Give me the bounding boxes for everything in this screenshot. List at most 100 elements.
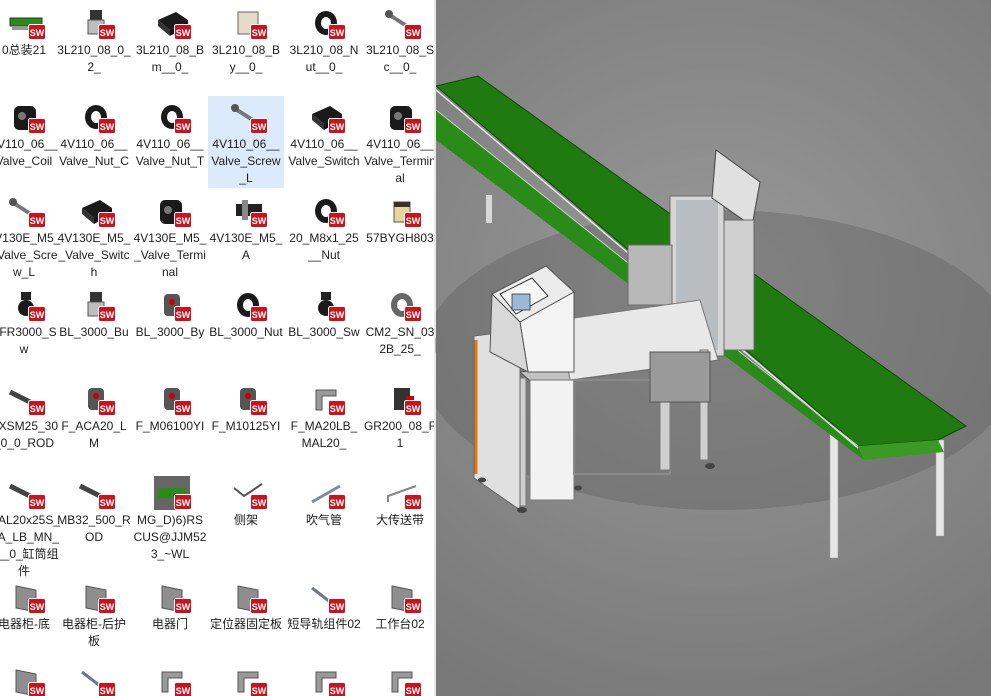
file-item[interactable]: SW 4V110_06__Valve_Screw_L	[208, 96, 284, 188]
file-item[interactable]: SW F_M10125YI	[208, 378, 284, 435]
cylinder-part-icon: SW	[56, 378, 132, 418]
file-item[interactable]: SW F_ACA20_LM	[56, 378, 132, 452]
file-item[interactable]: SW 3L210_08_By__0_	[208, 2, 284, 76]
nut-part-icon: SW	[56, 96, 132, 136]
file-item[interactable]: SW 4V130E_M5__Valve_Screw_L	[0, 190, 62, 281]
file-item[interactable]: SW 4V110_06__Valve_Switch	[286, 96, 362, 170]
file-item[interactable]: SW 工作台02	[362, 576, 436, 633]
svg-text:SW: SW	[100, 498, 115, 508]
pipe-part-icon: SW	[286, 472, 362, 512]
file-item-label: GR200_08_F1	[363, 419, 436, 450]
svg-text:SW: SW	[30, 602, 45, 612]
file-item-label: 3L210_08_By__0_	[211, 43, 281, 74]
file-item[interactable]: SW	[208, 660, 284, 696]
file-item[interactable]: SW BL_3000_Bu	[56, 284, 132, 341]
svg-text:SW: SW	[252, 404, 267, 414]
plate-part-icon: SW	[56, 576, 132, 616]
file-item[interactable]: SW 电器柜-底	[0, 576, 62, 633]
file-item[interactable]: SW	[362, 660, 436, 696]
file-item-label: F_MA20LB_MAL20_	[290, 419, 358, 450]
svg-text:SW: SW	[30, 686, 45, 696]
file-item[interactable]: SW 大传送带	[362, 472, 436, 529]
svg-text:SW: SW	[252, 602, 267, 612]
file-item[interactable]: SW 4V110_06__Valve_Nut_C	[56, 96, 132, 170]
file-item[interactable]: SW 3L210_08_Sc__0_	[362, 2, 436, 76]
svg-text:SW: SW	[406, 498, 421, 508]
file-item[interactable]: SW 3L210_08_Bm__0_	[132, 2, 208, 76]
file-item[interactable]: SW 3L210_08_Nut__0_	[286, 2, 362, 76]
file-item[interactable]: SW MB32_500_ROD	[56, 472, 132, 546]
plate-part-icon: SW	[362, 576, 436, 616]
file-item-label: BFR3000_Sw	[0, 325, 57, 356]
nut-part-icon: SW	[286, 190, 362, 230]
file-item[interactable]: SW 短导轨组件02	[286, 576, 362, 633]
file-item[interactable]: SW 4V110_06__Valve_Terminal	[362, 96, 436, 187]
svg-text:SW: SW	[30, 310, 45, 320]
svg-text:SW: SW	[330, 28, 345, 38]
svg-text:SW: SW	[330, 310, 345, 320]
svg-text:SW: SW	[100, 310, 115, 320]
file-item[interactable]: SW 4V110_06__Valve_Nut_T	[132, 96, 208, 170]
file-item[interactable]: SW CXSM25_30_0_0_ROD	[0, 378, 62, 452]
svg-text:SW: SW	[252, 28, 267, 38]
3d-model-viewport[interactable]	[436, 0, 991, 696]
file-item[interactable]: SW 20_M8x1_25__Nut	[286, 190, 362, 264]
file-item[interactable]: SW 侧架	[208, 472, 284, 529]
file-item[interactable]: SW 0总装21	[0, 2, 62, 59]
file-item[interactable]: SW	[0, 660, 62, 696]
file-item[interactable]: SW 57BYGH803	[362, 190, 436, 247]
file-item[interactable]: SW 吹气管	[286, 472, 362, 529]
plate-part-icon: SW	[0, 660, 62, 696]
file-item[interactable]: SW BFR3000_Sw	[0, 284, 62, 358]
file-item-label: BL_3000_By	[135, 325, 205, 339]
file-item-label: 57BYGH803	[366, 231, 434, 245]
screw-part-icon: SW	[362, 2, 436, 42]
file-item[interactable]: SW 4V130E_M5__Valve_Terminal	[132, 190, 208, 281]
svg-text:SW: SW	[176, 498, 191, 508]
file-item[interactable]: SW 3L210_08_0_2_	[56, 2, 132, 76]
file-item[interactable]: SW 电器柜-后护板	[56, 576, 132, 650]
cylinder-part-icon: SW	[132, 284, 208, 324]
file-item[interactable]: SW 电器门	[132, 576, 208, 633]
file-item[interactable]: SW CM2_SN_032B_25_	[362, 284, 436, 358]
file-item[interactable]: SW BL_3000_Nut	[208, 284, 284, 341]
svg-text:SW: SW	[30, 404, 45, 414]
file-item-label: 4V110_06__Valve_Nut_T	[135, 137, 205, 168]
valve-part-icon: SW	[208, 190, 284, 230]
file-item[interactable]: SW	[286, 660, 362, 696]
coil-part-icon: SW	[362, 96, 436, 136]
svg-text:SW: SW	[100, 404, 115, 414]
file-item[interactable]: SW 4V130E_M5_A	[208, 190, 284, 264]
file-item-label: F_M06100YI	[135, 419, 205, 433]
file-item-label: 短导轨组件02	[287, 617, 361, 631]
plate-part-icon: SW	[0, 576, 62, 616]
file-item[interactable]: SW MG_D)6)RSCUS@JJM523_~WL	[132, 472, 208, 563]
file-item[interactable]: SW	[56, 660, 132, 696]
file-item[interactable]: SW 4V130E_M5__Valve_Switch	[56, 190, 132, 281]
file-item[interactable]: SW F_MA20LB_MAL20_	[286, 378, 362, 452]
file-item[interactable]: SW BL_3000_Sw	[286, 284, 362, 341]
rail-part-icon: SW	[56, 660, 132, 696]
svg-text:SW: SW	[406, 686, 421, 696]
nut-part-icon: SW	[286, 2, 362, 42]
file-item[interactable]: SW	[132, 660, 208, 696]
svg-text:SW: SW	[176, 686, 191, 696]
file-item-label: F_ACA20_LM	[61, 419, 127, 450]
fitting-part-icon: SW	[362, 378, 436, 418]
file-item[interactable]: SW GR200_08_F1	[362, 378, 436, 452]
svg-text:SW: SW	[176, 28, 191, 38]
file-item-label: BL_3000_Nut	[209, 325, 283, 339]
file-item[interactable]: SW BL_3000_By	[132, 284, 208, 341]
file-item[interactable]: SW 4V110_06__Valve_Coil	[0, 96, 62, 170]
svg-text:SW: SW	[252, 498, 267, 508]
file-browser-pane[interactable]: SW 0总装21 SW 3L210_08_0_2_ SW 3L210_08_Bm__0_ S…	[0, 0, 436, 696]
file-item-label: BL_3000_Bu	[59, 325, 129, 339]
bracket-part-icon: SW	[286, 660, 362, 696]
file-item[interactable]: SW 定位器固定板	[208, 576, 284, 633]
file-item[interactable]: SW MAL20x25S_CA_LB_MN_2__0_缸筒组件	[0, 472, 62, 580]
file-item[interactable]: SW F_M06100YI	[132, 378, 208, 435]
plate-part-icon: SW	[132, 576, 208, 616]
svg-text:SW: SW	[176, 404, 191, 414]
nut-part-icon: SW	[208, 284, 284, 324]
knob-part-icon: SW	[286, 284, 362, 324]
